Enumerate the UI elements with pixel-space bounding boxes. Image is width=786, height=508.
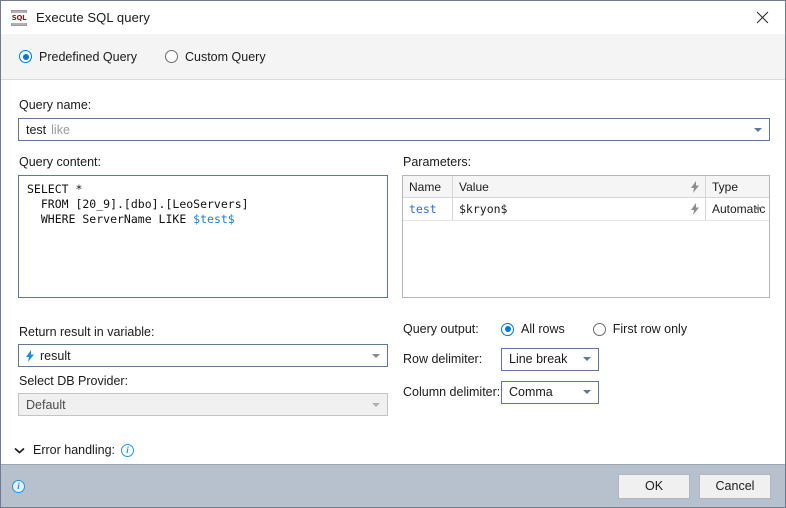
- query-content-label: Query content:: [19, 155, 101, 169]
- query-name-label: Query name:: [19, 98, 91, 112]
- query-output-row: Query output: All rows First row only: [403, 319, 687, 339]
- error-handling-label: Error handling:: [33, 443, 115, 457]
- sql-document-icon: SQL: [11, 10, 27, 26]
- column-delimiter-select[interactable]: Comma: [501, 381, 599, 404]
- column-delimiter-row: Column delimiter: Comma: [403, 380, 599, 404]
- column-header-type[interactable]: Type: [706, 176, 769, 197]
- radio-first-row-only-indicator: [593, 323, 606, 336]
- query-content-line-3: WHERE ServerName LIKE: [27, 212, 193, 226]
- chevron-down-icon: [754, 128, 762, 132]
- info-icon[interactable]: i: [121, 444, 134, 457]
- title-bar: SQL Execute SQL query: [1, 1, 785, 34]
- radio-predefined-query-indicator: [19, 50, 32, 63]
- query-output-label: Query output:: [403, 322, 501, 336]
- dialog-body: Query name: test like Query content: SEL…: [1, 80, 785, 464]
- return-variable-value: result: [40, 349, 71, 363]
- radio-custom-query-indicator: [165, 50, 178, 63]
- parameter-value-cell[interactable]: $kryon$: [453, 198, 706, 220]
- query-name-ghost-suffix: like: [51, 123, 70, 137]
- row-delimiter-select[interactable]: Line break: [501, 348, 599, 371]
- radio-predefined-query-label: Predefined Query: [39, 50, 137, 64]
- query-content-line-1: SELECT *: [27, 182, 82, 196]
- db-provider-value: Default: [26, 398, 66, 412]
- error-handling-section[interactable]: Error handling: i: [1, 436, 785, 464]
- db-provider-label: Select DB Provider:: [19, 374, 128, 388]
- return-variable-label: Return result in variable:: [19, 325, 154, 339]
- radio-all-rows-indicator: [501, 323, 514, 336]
- query-content-textarea[interactable]: SELECT * FROM [20_9].[dbo].[LeoServers] …: [18, 175, 388, 298]
- chevron-down-icon: [754, 207, 762, 211]
- radio-all-rows-label: All rows: [521, 322, 565, 336]
- radio-all-rows[interactable]: All rows: [501, 322, 565, 336]
- query-content-variable-token: $test$: [193, 212, 235, 226]
- parameters-grid: Name Value Type test $kryon$: [402, 175, 770, 298]
- chevron-down-icon: [372, 354, 380, 358]
- lightning-bolt-icon: [26, 350, 35, 362]
- column-header-value-label: Value: [459, 180, 489, 194]
- cancel-button[interactable]: Cancel: [699, 474, 771, 499]
- query-name-value: test: [26, 123, 46, 137]
- query-content-line-2: FROM [20_9].[dbo].[LeoServers]: [27, 197, 249, 211]
- row-delimiter-row: Row delimiter: Line break: [403, 347, 599, 371]
- footer-info-icon[interactable]: i: [12, 480, 25, 493]
- ok-button[interactable]: OK: [618, 474, 690, 499]
- column-header-name[interactable]: Name: [403, 176, 453, 197]
- parameters-label: Parameters:: [403, 155, 471, 169]
- column-header-value[interactable]: Value: [453, 176, 706, 197]
- parameter-value-text: $kryon$: [459, 202, 507, 216]
- column-delimiter-value: Comma: [509, 385, 553, 399]
- row-delimiter-label: Row delimiter:: [403, 352, 501, 366]
- lightning-bolt-icon[interactable]: [691, 203, 700, 215]
- execute-sql-query-dialog: SQL Execute SQL query Predefined Query C…: [0, 0, 786, 508]
- column-delimiter-label: Column delimiter:: [403, 385, 501, 399]
- table-row[interactable]: test $kryon$ Automatic: [403, 198, 769, 221]
- query-mode-bar: Predefined Query Custom Query: [1, 34, 785, 80]
- row-delimiter-value: Line break: [509, 352, 567, 366]
- radio-first-row-only-label: First row only: [613, 322, 687, 336]
- close-icon: [756, 11, 769, 24]
- close-button[interactable]: [740, 1, 785, 33]
- radio-predefined-query[interactable]: Predefined Query: [19, 50, 137, 64]
- parameters-grid-header: Name Value Type: [403, 176, 769, 198]
- radio-custom-query-label: Custom Query: [185, 50, 266, 64]
- chevron-down-icon: [372, 403, 380, 407]
- chevron-down-icon: [583, 390, 591, 394]
- return-variable-input[interactable]: result: [18, 344, 388, 367]
- lightning-bolt-icon: [691, 181, 700, 193]
- radio-custom-query[interactable]: Custom Query: [165, 50, 266, 64]
- dialog-footer: i OK Cancel: [1, 464, 785, 507]
- radio-first-row-only[interactable]: First row only: [593, 322, 687, 336]
- chevron-down-icon: [583, 357, 591, 361]
- parameter-type-cell[interactable]: Automatic: [706, 198, 769, 220]
- window-title: Execute SQL query: [36, 10, 150, 25]
- parameter-name-cell[interactable]: test: [403, 198, 453, 220]
- query-name-input[interactable]: test like: [18, 118, 770, 141]
- chevron-down-icon: [13, 447, 25, 454]
- db-provider-select[interactable]: Default: [18, 393, 388, 416]
